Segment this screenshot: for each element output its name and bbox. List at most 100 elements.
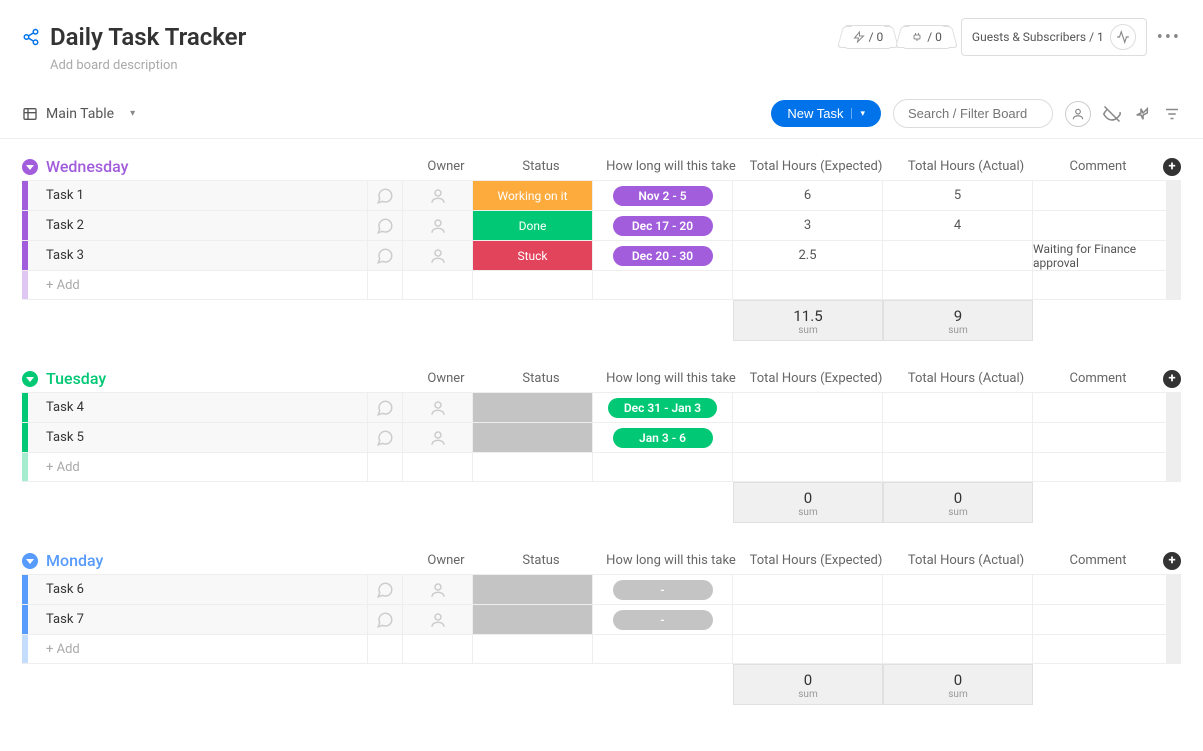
col-header-owner[interactable]: Owner — [411, 159, 481, 174]
expected-cell[interactable] — [733, 423, 883, 452]
board-title[interactable]: Daily Task Tracker — [50, 23, 246, 51]
add-row[interactable]: + Add — [22, 270, 1181, 300]
search-input[interactable] — [893, 99, 1053, 128]
col-header-expected[interactable]: Total Hours (Expected) — [741, 159, 891, 174]
expected-cell[interactable] — [733, 575, 883, 604]
chat-button[interactable] — [368, 605, 403, 634]
share-icon[interactable] — [22, 28, 40, 46]
task-name-cell[interactable]: Task 1 — [28, 181, 368, 210]
board-description[interactable]: Add board description — [50, 58, 1181, 73]
status-cell[interactable]: Done — [473, 211, 593, 240]
task-name-cell[interactable]: Task 6 — [28, 575, 368, 604]
status-cell[interactable]: Working on it — [473, 181, 593, 210]
task-name-cell[interactable]: Task 2 — [28, 211, 368, 240]
owner-cell[interactable] — [403, 575, 473, 604]
col-header-how[interactable]: How long will this take — [601, 371, 741, 386]
comment-cell[interactable]: Waiting for Finance approval — [1033, 241, 1167, 270]
add-row-label[interactable]: + Add — [28, 453, 368, 481]
collapse-toggle[interactable] — [22, 159, 38, 175]
timeline-cell[interactable]: - — [593, 575, 733, 604]
new-task-button[interactable]: New Task ▾ — [771, 100, 881, 127]
table-row[interactable]: Task 5 Jan 3 - 6 — [22, 422, 1181, 452]
table-row[interactable]: Task 3 StuckDec 20 - 302.5 Waiting for Fin… — [22, 240, 1181, 270]
chat-button[interactable] — [368, 181, 403, 210]
owner-cell[interactable] — [403, 393, 473, 422]
expected-cell[interactable]: 2.5 — [733, 241, 883, 270]
status-cell[interactable] — [473, 423, 593, 452]
actual-cell[interactable] — [883, 575, 1033, 604]
add-column-button[interactable]: + — [1163, 370, 1181, 388]
timeline-cell[interactable]: - — [593, 605, 733, 634]
guests-subscribers-button[interactable]: Guests & Subscribers / 1 — [961, 18, 1147, 56]
col-header-actual[interactable]: Total Hours (Actual) — [891, 553, 1041, 568]
col-header-owner[interactable]: Owner — [411, 371, 481, 386]
col-header-comment[interactable]: Comment — [1041, 159, 1155, 174]
owner-cell[interactable] — [403, 181, 473, 210]
chat-button[interactable] — [368, 211, 403, 240]
timeline-cell[interactable]: Dec 20 - 30 — [593, 241, 733, 270]
col-header-status[interactable]: Status — [481, 553, 601, 568]
actual-cell[interactable] — [883, 393, 1033, 422]
chat-button[interactable] — [368, 241, 403, 270]
timeline-cell[interactable]: Dec 17 - 20 — [593, 211, 733, 240]
col-header-comment[interactable]: Comment — [1041, 371, 1155, 386]
col-header-actual[interactable]: Total Hours (Actual) — [891, 159, 1041, 174]
chat-button[interactable] — [368, 423, 403, 452]
status-cell[interactable] — [473, 575, 593, 604]
actual-cell[interactable]: 5 — [883, 181, 1033, 210]
hide-icon[interactable] — [1103, 105, 1121, 123]
expected-cell[interactable] — [733, 605, 883, 634]
chat-button[interactable] — [368, 393, 403, 422]
timeline-cell[interactable]: Nov 2 - 5 — [593, 181, 733, 210]
comment-cell[interactable] — [1033, 575, 1167, 604]
comment-cell[interactable] — [1033, 181, 1167, 210]
col-header-owner[interactable]: Owner — [411, 553, 481, 568]
add-row[interactable]: + Add — [22, 634, 1181, 664]
person-filter-button[interactable] — [1065, 101, 1091, 127]
timeline-cell[interactable]: Dec 31 - Jan 3 — [593, 393, 733, 422]
add-column-button[interactable]: + — [1163, 158, 1181, 176]
task-name-cell[interactable]: Task 5 — [28, 423, 368, 452]
owner-cell[interactable] — [403, 241, 473, 270]
group-name[interactable]: Wednesday — [46, 157, 376, 176]
col-header-how[interactable]: How long will this take — [601, 553, 741, 568]
col-header-how[interactable]: How long will this take — [601, 159, 741, 174]
comment-cell[interactable] — [1033, 605, 1167, 634]
actual-cell[interactable] — [883, 423, 1033, 452]
collapse-toggle[interactable] — [22, 371, 38, 387]
add-row-label[interactable]: + Add — [28, 271, 368, 299]
new-task-dropdown[interactable]: ▾ — [851, 108, 865, 119]
more-menu-icon[interactable]: ••• — [1157, 27, 1181, 48]
pin-icon[interactable] — [1133, 105, 1151, 123]
add-column-button[interactable]: + — [1163, 552, 1181, 570]
task-name-cell[interactable]: Task 3 — [28, 241, 368, 270]
expected-cell[interactable] — [733, 393, 883, 422]
owner-cell[interactable] — [403, 423, 473, 452]
group-name[interactable]: Monday — [46, 551, 376, 570]
chat-button[interactable] — [368, 575, 403, 604]
add-row[interactable]: + Add — [22, 452, 1181, 482]
col-header-expected[interactable]: Total Hours (Expected) — [741, 553, 891, 568]
actual-cell[interactable]: 4 — [883, 211, 1033, 240]
comment-cell[interactable] — [1033, 393, 1167, 422]
table-row[interactable]: Task 2 DoneDec 17 - 2034 — [22, 210, 1181, 240]
col-header-expected[interactable]: Total Hours (Expected) — [741, 371, 891, 386]
owner-cell[interactable] — [403, 605, 473, 634]
group-name[interactable]: Tuesday — [46, 369, 376, 388]
integrations-counter[interactable]: / 0 — [902, 25, 951, 49]
view-switcher[interactable]: Main Table ▾ — [22, 106, 135, 122]
expected-cell[interactable]: 3 — [733, 211, 883, 240]
actual-cell[interactable] — [883, 241, 1033, 270]
expected-cell[interactable]: 6 — [733, 181, 883, 210]
col-header-status[interactable]: Status — [481, 159, 601, 174]
status-cell[interactable]: Stuck — [473, 241, 593, 270]
status-cell[interactable] — [473, 393, 593, 422]
timeline-cell[interactable]: Jan 3 - 6 — [593, 423, 733, 452]
table-row[interactable]: Task 1 Working on itNov 2 - 565 — [22, 180, 1181, 210]
col-header-comment[interactable]: Comment — [1041, 553, 1155, 568]
task-name-cell[interactable]: Task 4 — [28, 393, 368, 422]
col-header-actual[interactable]: Total Hours (Actual) — [891, 371, 1041, 386]
add-row-label[interactable]: + Add — [28, 635, 368, 663]
table-row[interactable]: Task 6 - — [22, 574, 1181, 604]
filter-icon[interactable] — [1163, 105, 1181, 123]
